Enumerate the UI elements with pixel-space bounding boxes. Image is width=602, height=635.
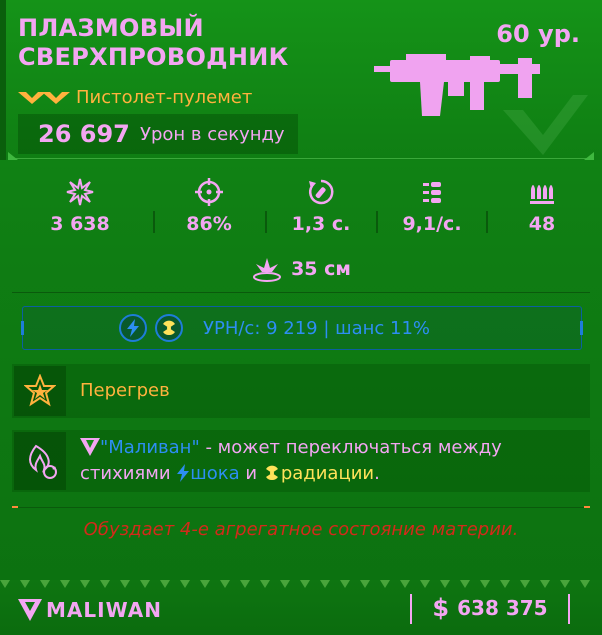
panel-cap-left <box>21 321 24 335</box>
item-level: 60 ур. <box>496 20 580 48</box>
manufacturer-perk-text: "Маливан" - может переключаться между ст… <box>80 435 560 487</box>
shock-icon <box>119 314 147 342</box>
shock-word: шока <box>190 463 240 484</box>
dps-label: Урон в секунду <box>140 124 285 145</box>
magazine-icon <box>530 185 554 204</box>
elemental-row: УРН/с: 9 219 | шанс 11% <box>119 313 430 343</box>
maliwan-logo-icon <box>18 599 42 621</box>
item-type-row: Пистолет-пулемет <box>18 86 252 108</box>
manufacturer-logo: MALIWAN <box>18 598 162 622</box>
divider-tick-right <box>584 506 590 508</box>
item-name: ПЛАЗМОВЫЙ СВЕРХПРОВОДНИК <box>18 14 289 71</box>
damage-burst-icon <box>66 178 94 206</box>
corner-tick-right <box>584 152 594 160</box>
corner-tick-left <box>8 152 18 160</box>
section-divider <box>12 507 590 508</box>
fire-rate-bullets-icon <box>423 182 441 203</box>
price-bar-right <box>568 594 570 624</box>
element-switch-icon <box>29 444 57 479</box>
shock-icon <box>177 464 190 482</box>
stat-magazine-value: 48 <box>528 213 556 235</box>
item-card: ПЛАЗМОВЫЙ СВЕРХПРОВОДНИК 60 ур. Пистолет… <box>0 0 602 635</box>
stats-row: 3 638 86% 1,3 с. 9,1/с. 48 <box>0 175 602 245</box>
divider-tick-left <box>12 506 18 508</box>
reload-icon <box>309 179 334 205</box>
maliwan-brand-name: "Маливан" <box>100 437 200 458</box>
stat-accuracy: 86% <box>154 175 264 245</box>
perk-icon-box <box>14 366 66 416</box>
dps-panel: 26 697 Урон в секунду <box>18 114 298 154</box>
stat-fire-rate-value: 9,1/с. <box>402 213 462 235</box>
radiation-icon <box>265 465 278 481</box>
flavor-text: Обуздает 4-е агрегатное состояние матери… <box>83 519 519 540</box>
radiation-word: радиации <box>280 463 375 484</box>
period: . <box>374 463 380 484</box>
splash-radius-value: 35 см <box>291 258 351 280</box>
elemental-stats-text: УРН/с: 9 219 | шанс 11% <box>203 317 431 339</box>
item-header: ПЛАЗМОВЫЙ СВЕРХПРОВОДНИК 60 ур. Пистолет… <box>0 0 602 160</box>
perk-icon-box <box>14 432 66 490</box>
item-footer: MALIWAN $ 638 375 <box>0 580 602 635</box>
dps-value: 26 697 <box>38 120 130 148</box>
radiation-icon <box>155 314 183 342</box>
perk-row: Перегрев <box>12 364 590 418</box>
stat-damage-value: 3 638 <box>50 213 110 235</box>
header-divider <box>10 158 592 159</box>
and-word: и <box>239 463 263 484</box>
stat-accuracy-value: 86% <box>186 213 232 235</box>
section-divider <box>12 292 590 293</box>
maliwan-logo-icon <box>80 438 100 456</box>
panel-cap-right <box>580 321 583 335</box>
crosshair-icon <box>195 178 223 206</box>
rarity-chevrons-icon <box>18 92 70 104</box>
stat-fire-rate: 9,1/с. <box>377 175 487 245</box>
stat-damage: 3 638 <box>25 175 135 245</box>
price-bar-left <box>410 594 412 624</box>
footer-pattern <box>0 580 590 588</box>
price-value: 638 375 <box>457 596 548 620</box>
weapon-silhouette-icon <box>374 54 540 116</box>
stat-reload: 1,3 с. <box>266 175 376 245</box>
splash-radius-icon <box>253 258 282 282</box>
elemental-damage-panel: УРН/с: 9 219 | шанс 11% <box>21 306 583 350</box>
stat-reload-value: 1,3 с. <box>291 213 351 235</box>
splash-range-row: 35 см <box>0 255 602 287</box>
item-price: $ 638 375 <box>410 590 570 626</box>
item-type: Пистолет-пулемет <box>76 86 253 108</box>
manufacturer-name: MALIWAN <box>46 598 162 622</box>
header-edge <box>0 0 6 160</box>
currency-icon: $ <box>432 594 450 622</box>
stat-magazine: 48 <box>487 175 597 245</box>
overheat-star-icon <box>24 374 56 407</box>
perk-text: Перегрев <box>80 380 170 401</box>
